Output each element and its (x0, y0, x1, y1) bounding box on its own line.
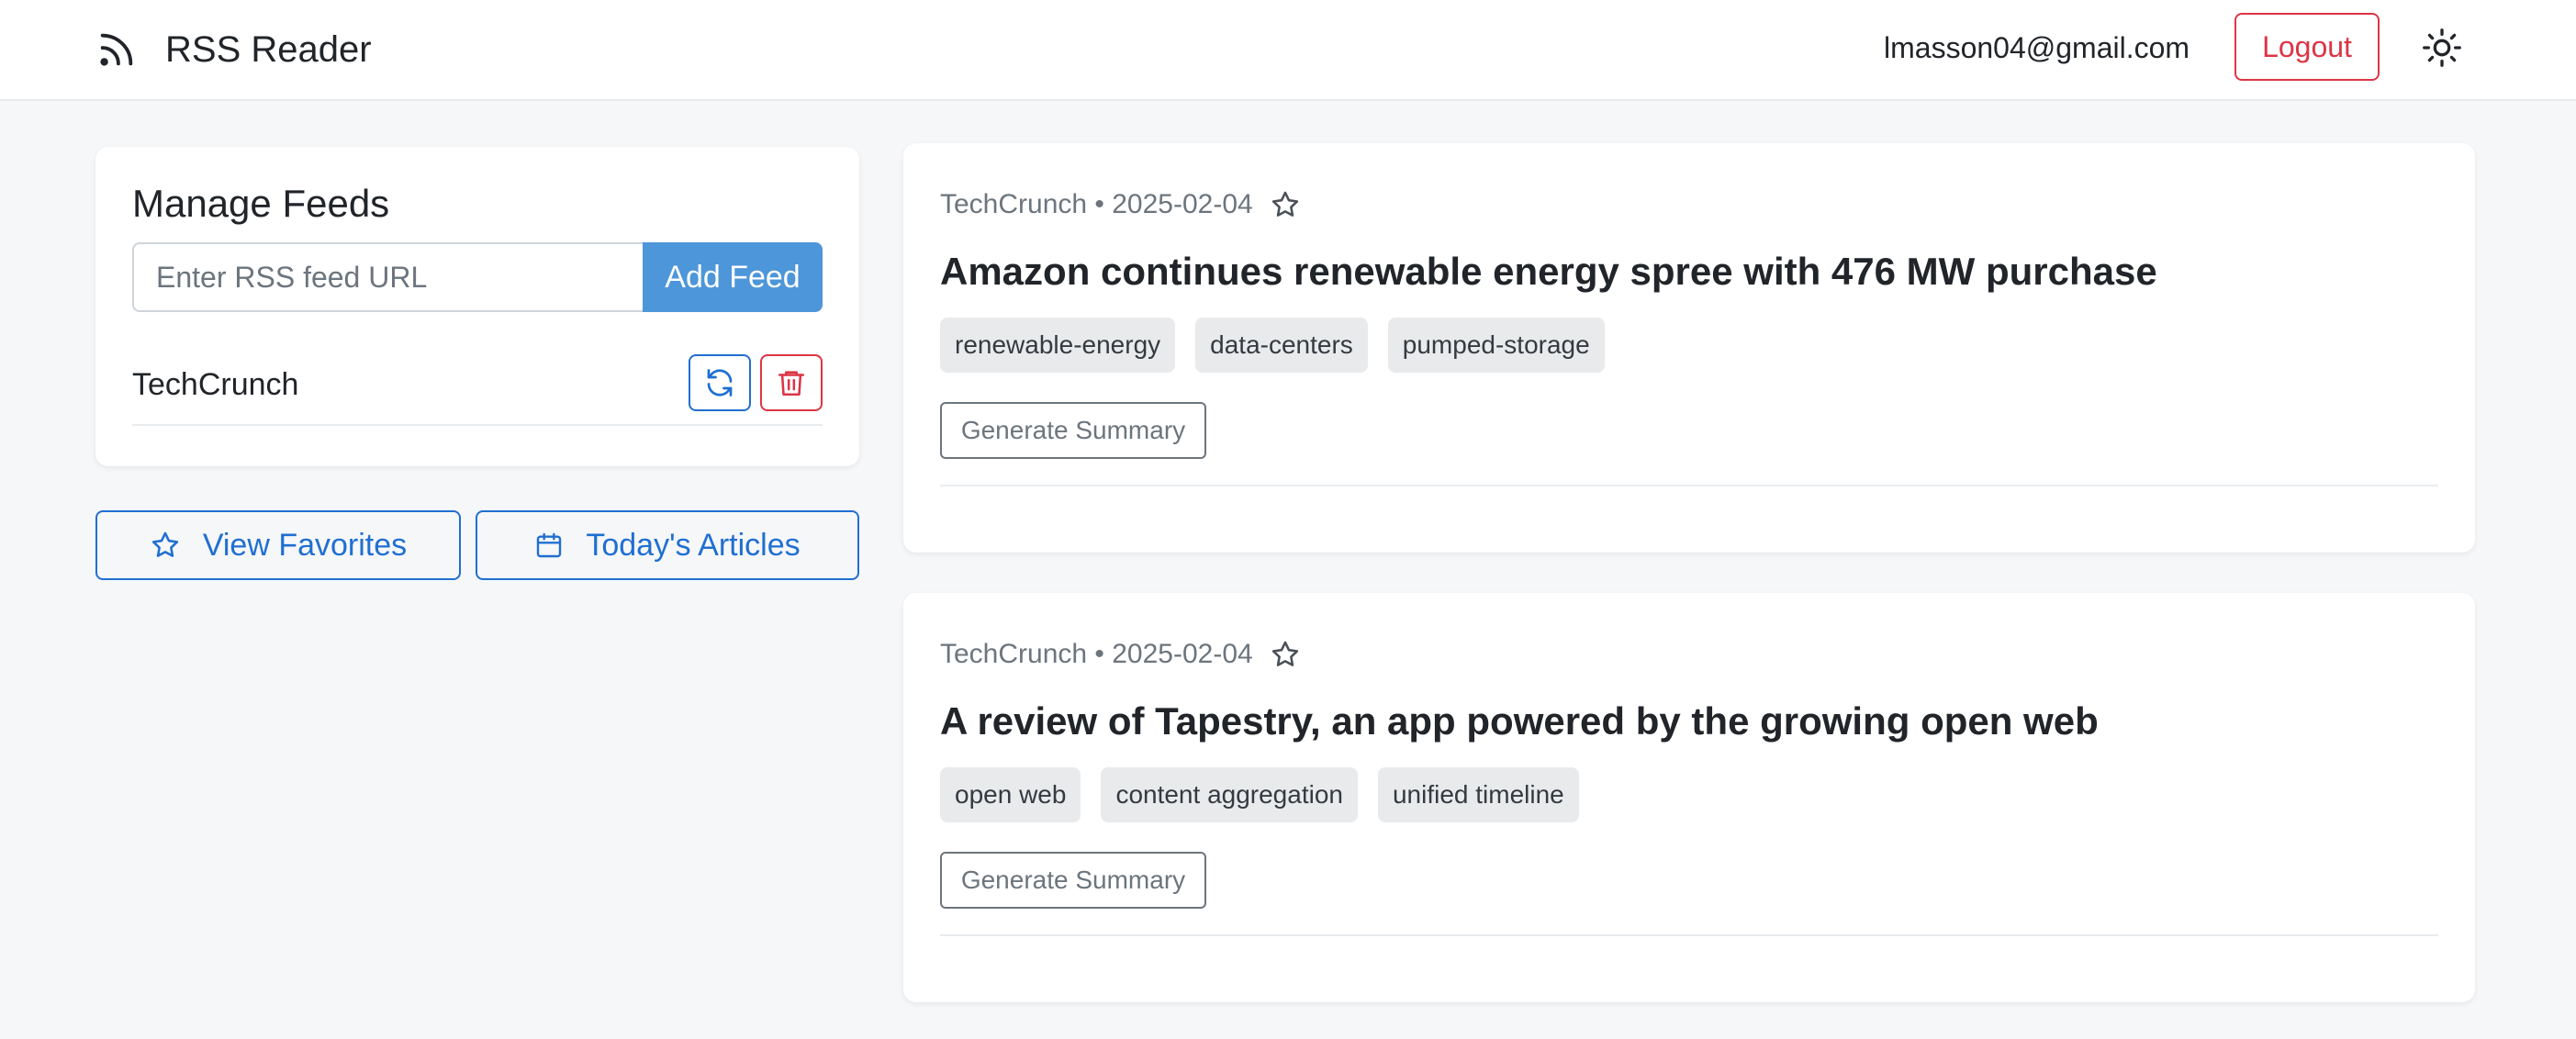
divider (940, 485, 2438, 486)
top-navbar: RSS Reader lmasson04@gmail.com Logout (0, 0, 2576, 101)
todays-articles-label: Today's Articles (586, 527, 801, 563)
tag-badge: renewable-energy (940, 318, 1176, 373)
tag-badge: pumped-storage (1387, 318, 1605, 373)
article-source-date: TechCrunch • 2025-02-04 (940, 639, 1253, 669)
article-title[interactable]: A review of Tapestry, an app powered by … (940, 699, 2099, 743)
delete-feed-button[interactable] (760, 354, 823, 411)
rss-icon (100, 33, 133, 66)
logout-button[interactable]: Logout (2234, 13, 2380, 81)
tag-badge: unified timeline (1377, 767, 1579, 822)
star-icon (151, 531, 178, 557)
generate-summary-button[interactable]: Generate Summary (940, 852, 1206, 909)
calendar-icon (537, 532, 562, 558)
feed-name: TechCrunch (132, 367, 299, 402)
tag-badge: content aggregation (1101, 767, 1358, 822)
article-card: TechCrunch • 2025-02-04 A review of Tape… (903, 593, 2475, 1002)
feed-url-input[interactable] (132, 242, 643, 312)
view-favorites-label: View Favorites (202, 527, 408, 563)
view-favorites-button[interactable]: View Favorites (95, 510, 461, 580)
todays-articles-button[interactable]: Today's Articles (476, 510, 859, 580)
article-tags: open web content aggregation unified tim… (940, 767, 1599, 822)
article-card: TechCrunch • 2025-02-04 Amazon continues… (903, 143, 2475, 553)
article-source-date: TechCrunch • 2025-02-04 (940, 189, 1253, 219)
feed-list-item: TechCrunch (132, 354, 823, 426)
article-title[interactable]: Amazon continues renewable energy spree … (940, 250, 2157, 294)
tag-badge: data-centers (1195, 318, 1368, 373)
refresh-feed-button[interactable] (689, 354, 751, 411)
article-meta: TechCrunch • 2025-02-04 (940, 639, 1301, 670)
add-feed-form: Add Feed (132, 242, 823, 312)
brand[interactable]: RSS Reader (95, 24, 372, 75)
article-meta: TechCrunch • 2025-02-04 (940, 189, 1301, 220)
manage-feeds-title: Manage Feeds (132, 182, 390, 225)
generate-summary-button[interactable]: Generate Summary (940, 402, 1206, 459)
star-icon[interactable] (1270, 639, 1301, 670)
tag-badge: open web (940, 767, 1081, 822)
trash-icon (778, 371, 805, 397)
star-icon[interactable] (1270, 189, 1301, 220)
article-tags: renewable-energy data-centers pumped-sto… (940, 318, 1625, 373)
add-feed-button[interactable]: Add Feed (643, 242, 823, 312)
manage-feeds-card: Manage Feeds Add Feed TechCrunch (95, 147, 859, 466)
divider (940, 934, 2438, 936)
user-email: lmasson04@gmail.com (1884, 31, 2190, 64)
app-title: RSS Reader (165, 28, 372, 70)
refresh-icon (707, 369, 733, 397)
sun-icon[interactable] (2422, 28, 2462, 68)
